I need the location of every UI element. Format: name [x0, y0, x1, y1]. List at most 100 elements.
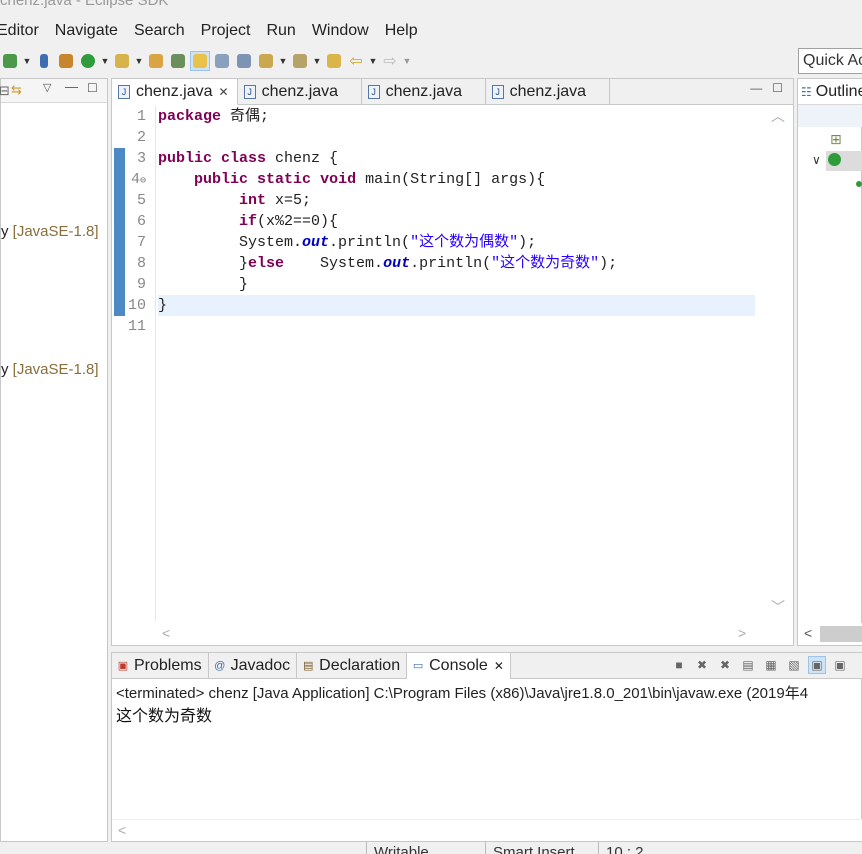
outline-tab[interactable]: ☷ Outline [798, 79, 862, 105]
chevron-down-icon[interactable]: ▼ [312, 51, 322, 71]
remove-launch-icon[interactable]: ✖ [693, 656, 711, 674]
pen-icon[interactable] [112, 51, 132, 71]
code-line: public static void main(String[] args){ [194, 171, 546, 188]
prev-annotation-icon[interactable] [290, 51, 310, 71]
chevron-up-icon[interactable]: ︿ [771, 106, 785, 126]
forward-icon[interactable]: ⇨ [380, 51, 400, 71]
terminate-icon[interactable]: ■ [670, 656, 688, 674]
editor-window-controls: — ☐ [750, 81, 783, 95]
minimize-icon[interactable]: — [750, 81, 762, 95]
line-number: 5 [136, 192, 146, 209]
java-file-icon: J [118, 84, 130, 99]
outline-scrollbar[interactable]: < [798, 623, 862, 645]
code-line: }else System.out.println("这个数为奇数"); [158, 255, 618, 272]
menu-window[interactable]: Window [312, 22, 369, 40]
close-icon[interactable]: ✕ [494, 659, 504, 673]
minimize-icon[interactable]: — [65, 79, 78, 94]
console-area: ▣ Problems @ Javadoc ▤ Declaration ▭ Console… [111, 652, 862, 842]
menu-search[interactable]: Search [134, 22, 185, 40]
explorer-project-item[interactable]: y [JavaSE-1.8] [1, 361, 99, 378]
pin-console-icon[interactable]: ▣ [808, 656, 826, 674]
outline-icon: ☷ [801, 84, 812, 99]
link-editor-icon[interactable]: ⇆ [11, 82, 22, 98]
line-number: 8 [136, 255, 146, 272]
line-number: 10 [127, 297, 146, 314]
status-writable: Writable [374, 844, 429, 854]
chevron-left-icon[interactable]: < [804, 625, 812, 641]
editor-tab[interactable]: Jchenz.java [362, 79, 486, 105]
chevron-down-icon[interactable]: ▼ [402, 51, 412, 71]
explorer-tab-icon[interactable]: ⊟ [0, 83, 10, 99]
chevron-down-icon[interactable]: ∨ [812, 153, 821, 167]
package-icon[interactable] [56, 51, 76, 71]
outline-toolbar [798, 105, 862, 127]
tab-declaration[interactable]: ▤ Declaration [297, 653, 408, 679]
chevron-down-icon[interactable]: ﹀ [771, 597, 785, 617]
back-icon[interactable]: ⇦ [346, 51, 366, 71]
open-type-icon[interactable] [168, 51, 188, 71]
console-horizontal-scrollbar[interactable]: < [112, 819, 862, 841]
code-text-area[interactable]: package 奇偶; public class chenz { public … [158, 106, 755, 621]
mark-occurrences-icon[interactable] [190, 51, 210, 71]
line-number: 7 [136, 234, 146, 251]
show-whitespace-icon[interactable] [234, 51, 254, 71]
debug-icon[interactable] [34, 51, 54, 71]
scroll-lock-icon[interactable]: ▦ [762, 656, 780, 674]
chevron-down-icon[interactable]: ▼ [22, 51, 32, 71]
explorer-project-item[interactable]: y [JavaSE-1.8] [1, 223, 99, 240]
menu-bar: Editor Navigate Search Project Run Windo… [0, 18, 862, 44]
menu-help[interactable]: Help [385, 22, 418, 40]
horizontal-scrollbar[interactable]: < > [156, 623, 756, 645]
problems-icon: ▣ [117, 660, 129, 672]
scroll-thumb[interactable] [820, 626, 862, 642]
next-annotation-icon[interactable] [256, 51, 276, 71]
method-icon [856, 181, 862, 187]
menu-project[interactable]: Project [201, 22, 251, 40]
remove-all-icon[interactable]: ✖ [716, 656, 734, 674]
display-console-icon[interactable]: ▣ [831, 656, 849, 674]
editor-tab[interactable]: Jchenz.java ✕ [112, 79, 238, 105]
maximize-icon[interactable]: ☐ [772, 81, 783, 95]
chevron-left-icon[interactable]: < [162, 625, 170, 641]
package-explorer: ⊟ ⇆ ▽ — ☐ y [JavaSE-1.8] y [JavaSE-1.8] [0, 78, 108, 842]
new-server-icon[interactable] [0, 51, 20, 71]
code-line: if(x%2==0){ [239, 213, 339, 230]
tab-console[interactable]: ▭ Console ✕ [407, 653, 511, 679]
code-line: System.out.println("这个数为偶数"); [239, 234, 537, 251]
console-output: 这个数为奇数 [116, 708, 213, 725]
word-wrap-icon[interactable]: ▧ [785, 656, 803, 674]
editor-tab[interactable]: Jchenz.java [238, 79, 362, 105]
chevron-right-icon[interactable]: > [738, 625, 746, 641]
tab-problems[interactable]: ▣ Problems [112, 653, 209, 679]
tab-javadoc[interactable]: @ Javadoc [209, 653, 298, 679]
chevron-down-icon[interactable]: ▼ [134, 51, 144, 71]
chevron-left-icon[interactable]: < [118, 822, 126, 838]
menu-run[interactable]: Run [266, 22, 295, 40]
code-line: int x=5; [239, 192, 312, 209]
menu-navigate[interactable]: Navigate [55, 22, 118, 40]
new-class-icon[interactable] [78, 51, 98, 71]
editor-area: Jchenz.java ✕ Jchenz.java Jchenz.java Jch… [111, 78, 794, 646]
maximize-icon[interactable]: ☐ [87, 81, 98, 95]
code-line: package 奇偶; [158, 108, 270, 125]
console-toolbar: ■ ✖ ✖ ▤ ▦ ▧ ▣ ▣ [670, 656, 849, 674]
clear-console-icon[interactable]: ▤ [739, 656, 757, 674]
line-number: 9 [136, 276, 146, 293]
editor-tab[interactable]: Jchenz.java [486, 79, 610, 105]
vertical-scrollbar[interactable]: ︿ ﹀ [763, 106, 793, 621]
chevron-down-icon[interactable]: ▼ [368, 51, 378, 71]
last-edit-icon[interactable] [324, 51, 344, 71]
close-icon[interactable]: ✕ [219, 85, 229, 99]
open-folder-icon[interactable] [146, 51, 166, 71]
line-number: 6 [136, 213, 146, 230]
chevron-down-icon[interactable]: ▼ [100, 51, 110, 71]
fold-icon[interactable]: ⊖ [140, 176, 146, 187]
java-file-icon: J [491, 85, 504, 99]
block-selection-icon[interactable] [212, 51, 232, 71]
quick-access-input[interactable]: Quick Access [798, 48, 862, 74]
import-icon: ⊞ [830, 131, 842, 147]
menu-editor[interactable]: Editor [0, 22, 39, 40]
chevron-down-icon[interactable]: ▼ [278, 51, 288, 71]
line-number: 4⊖ [130, 171, 146, 188]
view-menu-icon[interactable]: ▽ [43, 81, 51, 94]
